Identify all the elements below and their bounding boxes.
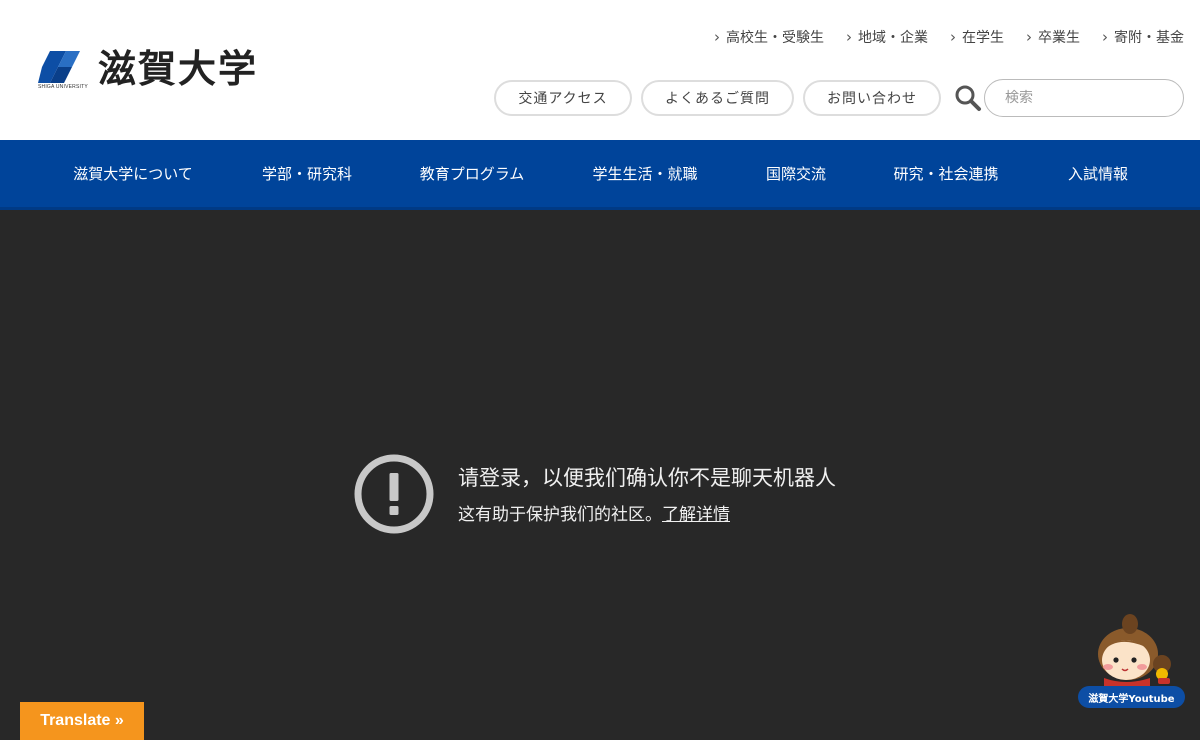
login-notice-subtitle: 这有助于保护我们的社区。了解详情 <box>458 500 730 525</box>
learn-more-link[interactable]: 了解详情 <box>662 505 730 525</box>
utility-bar: 交通アクセス よくあるご質問 お問い合わせ <box>494 79 1184 117</box>
exclamation-circle-icon <box>354 454 434 534</box>
nav-item-international[interactable]: 国際交流 <box>766 140 826 208</box>
toplink-donation[interactable]: › 寄附・基金 <box>1102 27 1184 47</box>
nav-item-research[interactable]: 研究・社会連携 <box>893 140 998 208</box>
youtube-widget[interactable]: 滋賀大学Youtube <box>1078 612 1186 712</box>
toplink-community[interactable]: › 地域・企業 <box>846 27 928 47</box>
chevron-right-icon: › <box>1102 28 1108 46</box>
site-name: 滋賀大学 <box>98 47 259 91</box>
global-nav: 滋賀大学について 学部・研究科 教育プログラム 学生生活・就職 国際交流 研究・… <box>0 140 1200 210</box>
translate-button[interactable]: Translate » <box>20 702 144 740</box>
site-logo[interactable]: SHIGA UNIVERSITY 滋賀大学 <box>38 46 258 92</box>
nav-item-faculties[interactable]: 学部・研究科 <box>262 140 352 208</box>
chevron-right-icon: › <box>714 28 720 46</box>
audience-links: › 高校生・受験生 › 地域・企業 › 在学生 › 卒業生 › 寄附・基金 <box>714 27 1184 47</box>
chevron-right-icon: › <box>950 28 956 46</box>
faq-button[interactable]: よくあるご質問 <box>641 80 794 116</box>
toplink-students[interactable]: › 在学生 <box>950 27 1004 47</box>
toplink-label: 在学生 <box>962 30 1004 46</box>
contact-button[interactable]: お問い合わせ <box>803 80 941 116</box>
login-notice-text: 这有助于保护我们的社区。 <box>458 505 662 525</box>
access-button[interactable]: 交通アクセス <box>494 80 632 116</box>
nav-item-about[interactable]: 滋賀大学について <box>73 140 193 208</box>
youtube-badge-label: 滋賀大学Youtube <box>1078 686 1185 708</box>
toplink-prospective[interactable]: › 高校生・受験生 <box>714 27 824 47</box>
nav-item-education[interactable]: 教育プログラム <box>420 140 525 208</box>
chevron-right-icon: › <box>1026 28 1032 46</box>
site-header: SHIGA UNIVERSITY 滋賀大学 › 高校生・受験生 › 地域・企業 › 在… <box>0 0 1200 140</box>
mascot-character-icon <box>1098 614 1171 688</box>
chevron-right-icon: › <box>846 28 852 46</box>
toplink-alumni[interactable]: › 卒業生 <box>1026 27 1080 47</box>
toplink-label: 寄附・基金 <box>1114 30 1184 46</box>
toplink-label: 高校生・受験生 <box>726 30 824 46</box>
logo-subname: SHIGA UNIVERSITY <box>38 84 88 90</box>
login-notice-title: 请登录，以便我们确认你不是聊天机器人 <box>458 466 836 490</box>
university-logo-mark-icon: SHIGA UNIVERSITY <box>38 47 88 91</box>
search-icon[interactable] <box>954 84 982 112</box>
search-input[interactable] <box>984 79 1184 117</box>
nav-item-student-life[interactable]: 学生生活・就職 <box>592 140 697 208</box>
toplink-label: 地域・企業 <box>858 30 928 46</box>
login-overlay: 请登录，以便我们确认你不是聊天机器人 这有助于保护我们的社区。了解详情 <box>0 210 1200 740</box>
nav-item-admissions[interactable]: 入試情報 <box>1068 140 1128 208</box>
toplink-label: 卒業生 <box>1038 30 1080 46</box>
